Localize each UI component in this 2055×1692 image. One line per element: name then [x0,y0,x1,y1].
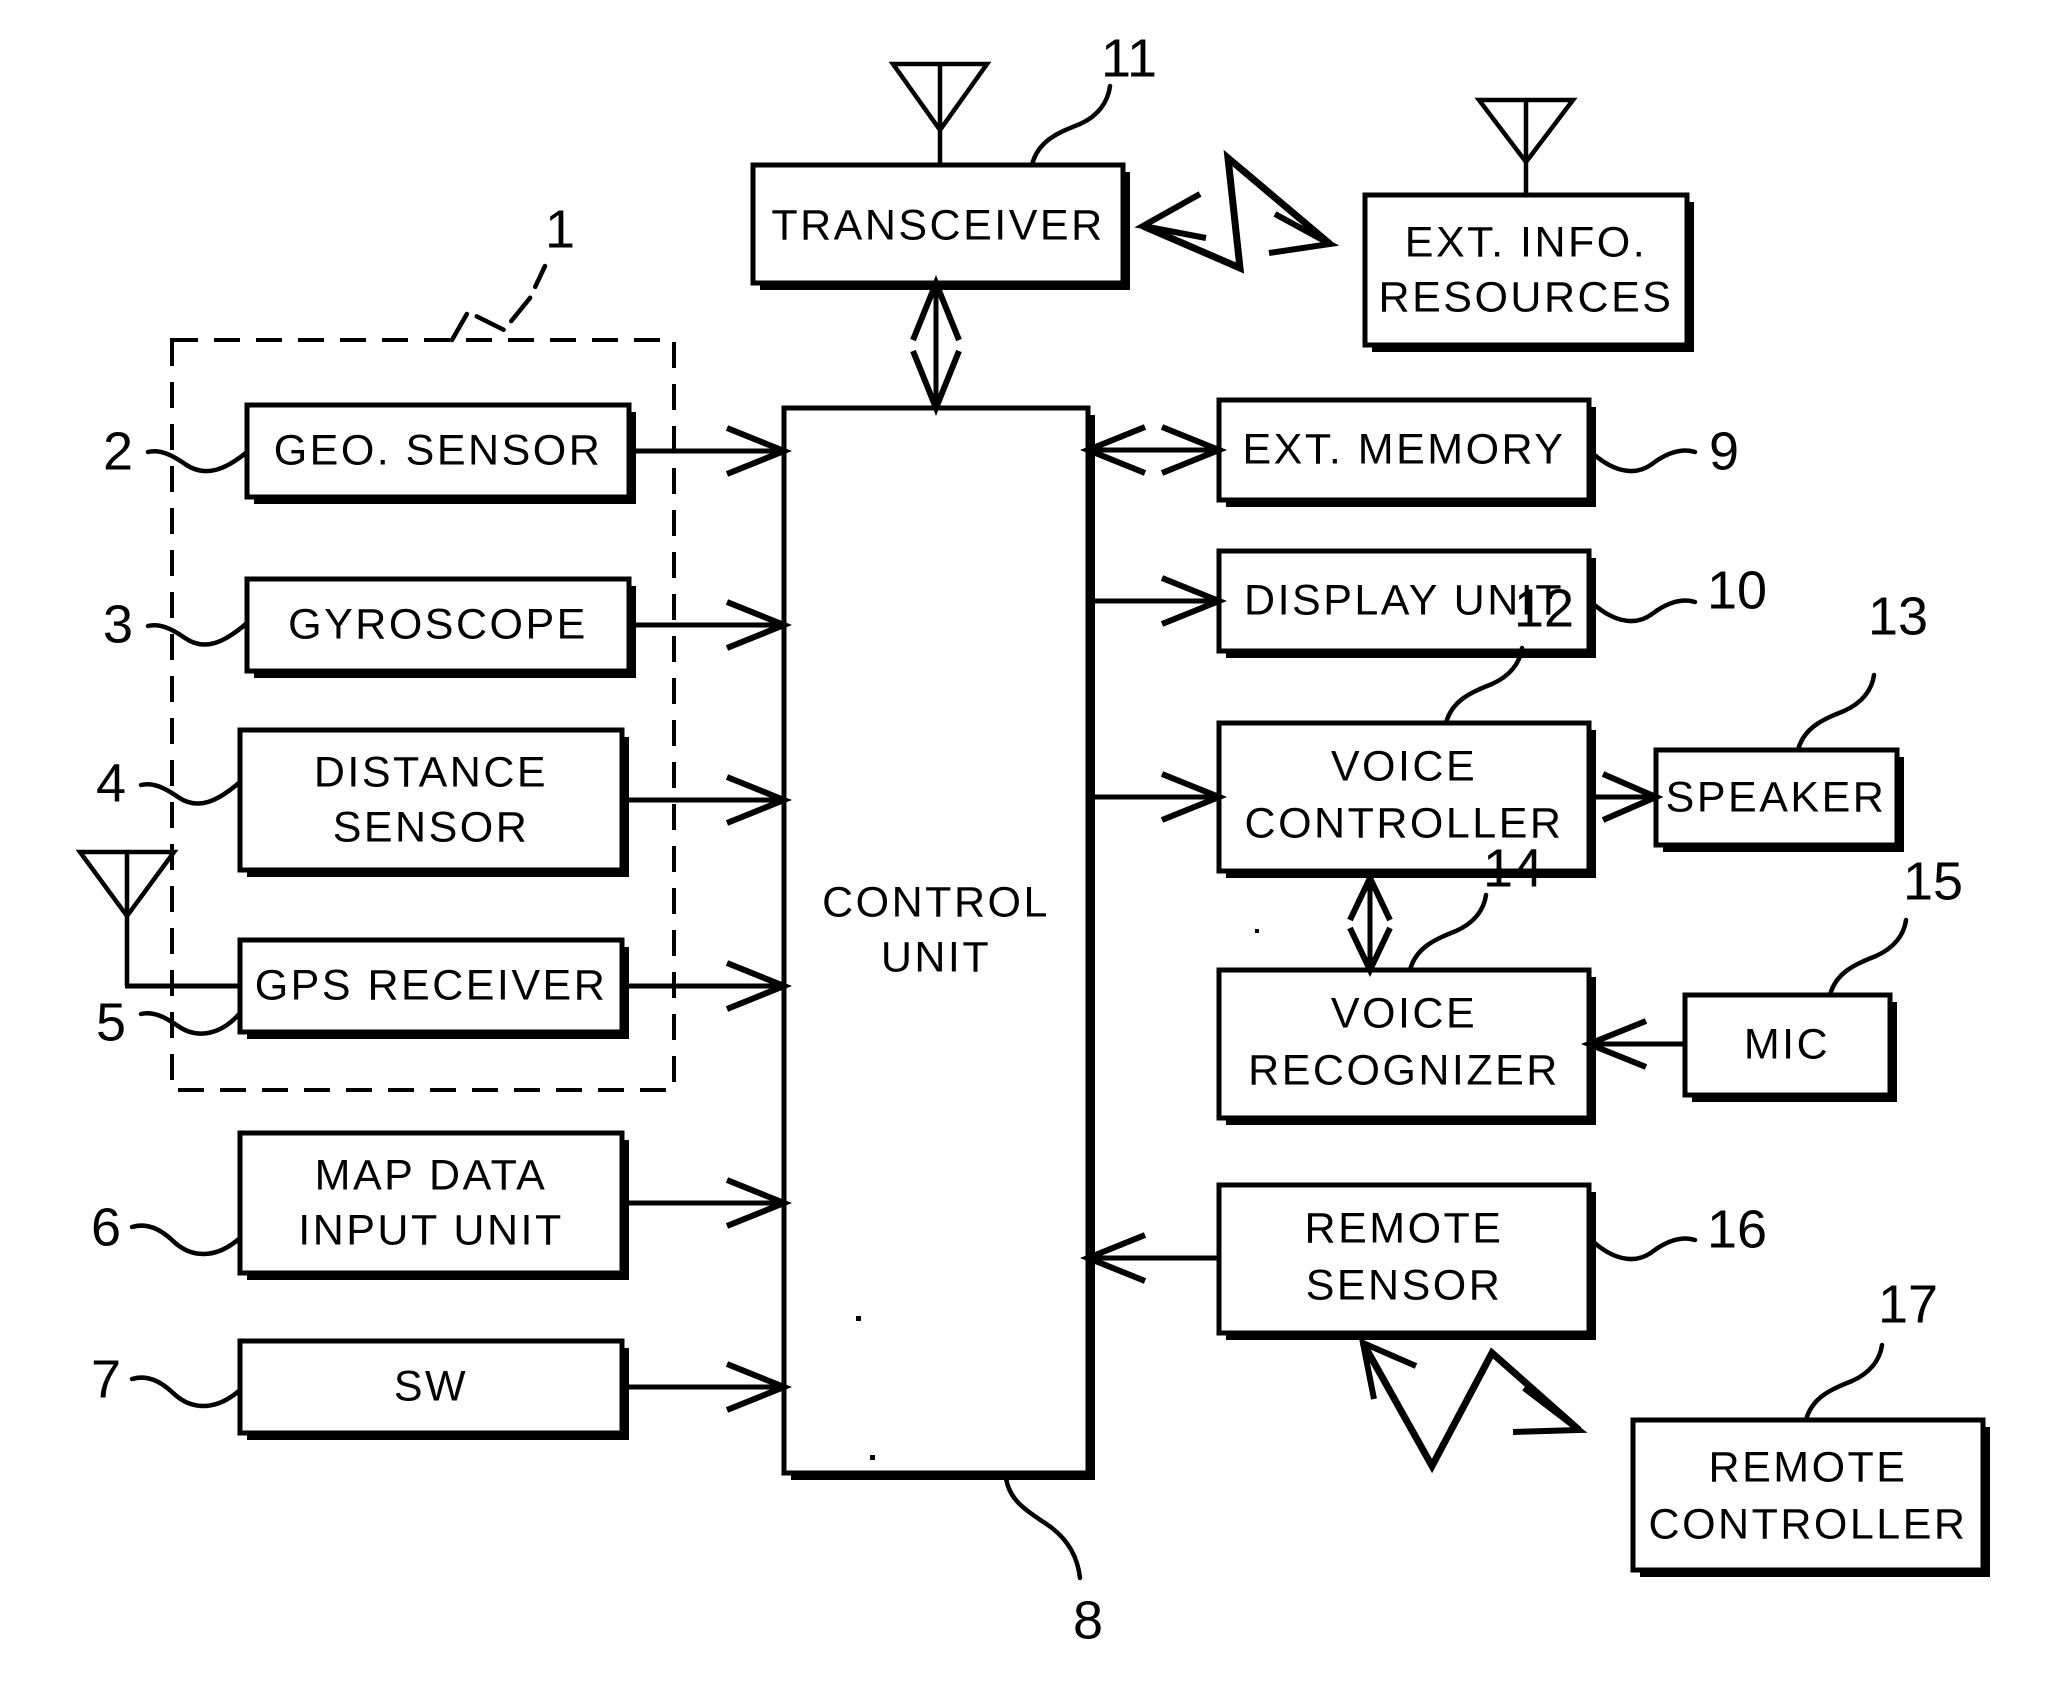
block-label-remote-sensor-line2: SENSOR [1306,1261,1503,1309]
block-label-transceiver: TRANSCEIVER [771,201,1104,249]
block-mic: MIC [1682,992,1897,1102]
ref-number-8: 8 [1073,1590,1103,1650]
ref-number-2: 2 [103,421,133,481]
block-gps-receiver: GPS RECEIVER [237,937,629,1039]
block-transceiver: TRANSCEIVER [750,162,1130,290]
leader-line-2 [145,449,250,474]
connector-gps-receiver-to-control-unit [622,960,793,1012]
patent-figure: GEO. SENSOR GYROSCOPE DISTANCE SENSOR GP… [0,0,2055,1692]
block-voice-recognizer: VOICE RECOGNIZER [1216,967,1596,1125]
block-label-remote-controller-line1: REMOTE [1709,1443,1908,1491]
ext-info-antenna-icon [1474,97,1578,195]
ref-number-16: 16 [1707,1199,1767,1259]
ref-number-4: 4 [96,753,126,813]
ref-number-10: 10 [1707,560,1767,620]
block-label-distance-sensor-line1: DISTANCE [314,748,548,796]
block-label-control-unit-line2: UNIT [881,933,991,981]
block-label-distance-sensor-line2: SENSOR [333,803,530,851]
leader-line-1 [449,263,548,343]
scan-speck [870,1455,875,1460]
wireless-link-remote-sensor-controller [1358,1337,1588,1474]
leader-line-8 [1003,1475,1083,1581]
ref-number-6: 6 [91,1197,121,1257]
ref-number-14: 14 [1483,838,1543,898]
block-label-ext-memory: EXT. MEMORY [1243,425,1566,473]
ref-number-7: 7 [91,1349,121,1409]
block-remote-controller: REMOTE CONTROLLER [1630,1417,1990,1577]
connector-sw-to-control-unit [622,1361,793,1413]
connector-control-unit-to-voice-controller [1088,771,1228,823]
ref-number-15: 15 [1903,851,1963,911]
ref-number-17: 17 [1878,1274,1938,1334]
leader-line-16 [1586,1235,1698,1262]
connector-distance-sensor-to-control-unit [622,774,793,826]
connector-control-unit-to-display-unit [1088,575,1228,627]
block-label-gps-receiver: GPS RECEIVER [255,961,608,1009]
block-label-voice-controller-line1: VOICE [1331,742,1477,790]
block-label-voice-recognizer-line2: RECOGNIZER [1248,1046,1560,1094]
block-label-sw: SW [394,1362,468,1410]
ref-number-3: 3 [103,594,133,654]
block-label-ext-info-line1: EXT. INFO. [1405,218,1647,266]
block-label-remote-sensor-line1: REMOTE [1305,1204,1504,1252]
connector-transceiver-to-control-unit [910,274,962,417]
leader-line-4 [138,779,243,806]
leader-line-14 [1407,892,1489,973]
block-label-map-data-line1: MAP DATA [315,1151,548,1199]
connector-control-unit-to-ext-memory [1079,424,1228,476]
connector-mic-to-voice-recognizer [1580,1018,1685,1070]
block-label-voice-recognizer-line1: VOICE [1331,989,1477,1037]
block-label-ext-info-line2: RESOURCES [1379,273,1674,321]
block-control-unit: CONTROL UNIT [781,405,1095,1480]
block-geo-sensor: GEO. SENSOR [244,402,636,504]
scan-speck [1255,929,1259,933]
ref-number-5: 5 [96,992,126,1052]
wireless-link-transceiver-ext-info [1134,149,1340,274]
leader-line-12 [1443,645,1525,726]
ref-number-13: 13 [1868,586,1928,646]
transceiver-antenna-icon [888,61,992,165]
block-label-map-data-line2: INPUT UNIT [298,1206,564,1254]
ref-number-11: 11 [1101,28,1157,88]
block-ext-memory: EXT. MEMORY [1216,397,1596,507]
block-gyroscope: GYROSCOPE [244,576,636,678]
block-map-data-input-unit: MAP DATA INPUT UNIT [237,1130,629,1280]
block-ext-info-resources: EXT. INFO. RESOURCES [1362,192,1694,352]
ref-number-12: 12 [1514,578,1574,638]
block-label-remote-controller-line2: CONTROLLER [1649,1500,1968,1548]
block-label-mic: MIC [1744,1020,1830,1068]
leader-line-17 [1803,1342,1885,1423]
connector-map-data-to-control-unit [622,1177,793,1229]
leader-line-11 [1029,83,1113,168]
leader-line-9 [1586,447,1698,474]
leader-line-6 [129,1223,243,1257]
connector-voice-controller-to-speaker [1589,771,1664,823]
block-label-gyroscope: GYROSCOPE [288,600,588,648]
gps-antenna-icon [75,849,179,986]
connector-remote-sensor-to-control-unit [1079,1232,1219,1284]
block-speaker: SPEAKER [1653,747,1904,852]
leader-line-7 [129,1375,243,1409]
leader-line-10 [1586,597,1698,624]
leader-line-13 [1795,672,1877,753]
connector-voice-controller-to-voice-recognizer [1347,871,1393,977]
block-label-speaker: SPEAKER [1666,773,1887,821]
block-remote-sensor: REMOTE SENSOR [1216,1182,1596,1340]
block-sw: SW [237,1338,629,1440]
block-label-geo-sensor: GEO. SENSOR [274,426,603,474]
scan-speck [856,1316,861,1321]
ref-number-9: 9 [1709,421,1739,481]
ref-number-1: 1 [545,199,575,259]
leader-line-15 [1827,917,1909,998]
leader-line-3 [145,620,250,647]
leader-line-5 [138,1010,243,1036]
block-label-control-unit-line1: CONTROL [822,878,1050,926]
block-distance-sensor: DISTANCE SENSOR [237,727,629,877]
connector-gyroscope-to-control-unit [629,599,793,651]
connector-geo-sensor-to-control-unit [629,425,793,477]
